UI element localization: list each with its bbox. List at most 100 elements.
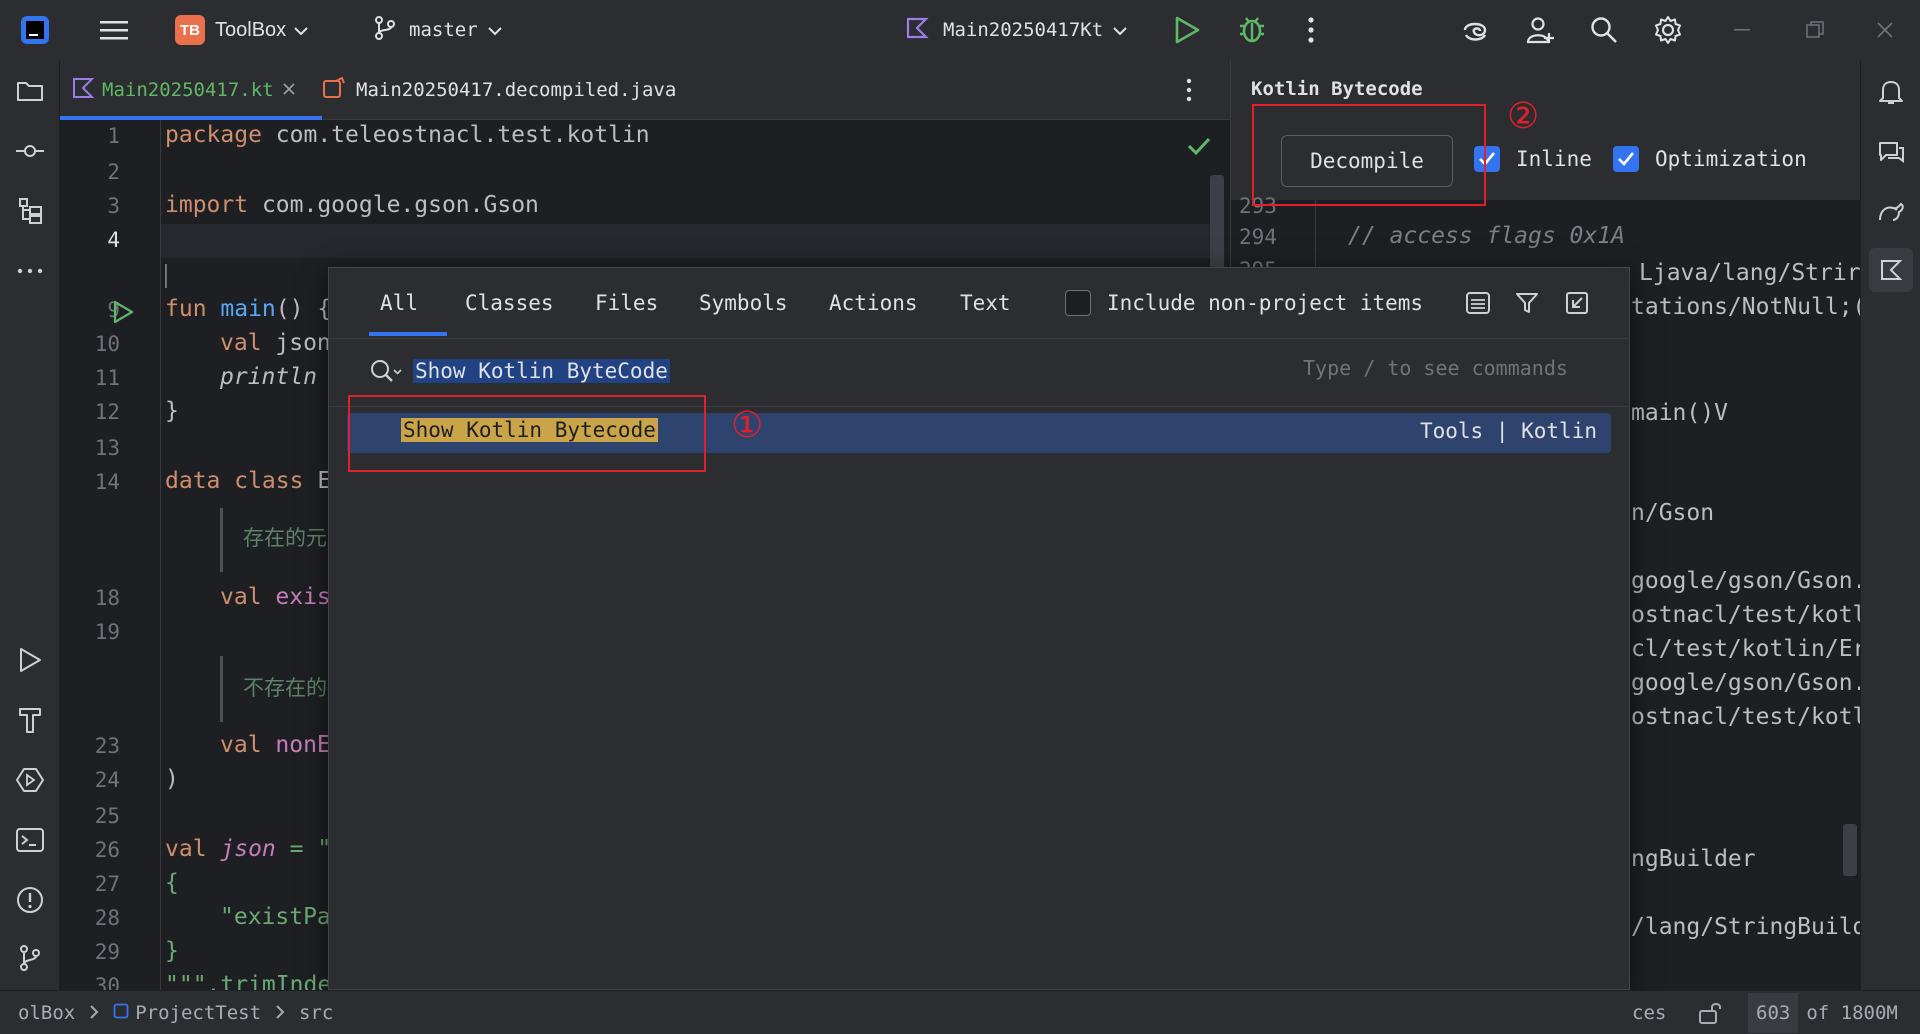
services-icon[interactable]	[15, 765, 45, 795]
breadcrumb-item[interactable]: src	[299, 1002, 333, 1024]
code-line: "existPa	[220, 904, 331, 930]
commit-icon[interactable]	[15, 136, 45, 166]
terminal-icon[interactable]	[15, 825, 45, 855]
search-icon[interactable]	[369, 358, 403, 388]
line-number: 24	[94, 768, 120, 792]
ai-assistant-icon[interactable]	[1460, 15, 1490, 45]
keyword: data class	[165, 468, 304, 494]
code-line: val nonE	[220, 732, 331, 758]
gradle-icon[interactable]	[1876, 197, 1906, 227]
line-number-gutter: 1 2 3 4 9 10 11 12 13 14 18 19 23 24 25 …	[60, 120, 160, 990]
code-text: com.teleostnacl.test.kotlin	[261, 122, 650, 148]
add-user-icon[interactable]	[1525, 15, 1555, 45]
git-icon[interactable]	[15, 943, 45, 973]
minimize-icon[interactable]	[1734, 28, 1750, 32]
run-gutter-icon[interactable]	[112, 300, 134, 328]
breadcrumb-item[interactable]: ProjectTest	[135, 1002, 261, 1024]
kotlin-file-icon	[72, 77, 95, 104]
tab-options-icon[interactable]	[1185, 60, 1215, 120]
line-number: 19	[94, 620, 120, 644]
tab-symbols[interactable]: Symbols	[699, 268, 788, 338]
property-name: nonE	[261, 732, 331, 758]
project-widget[interactable]: TB ToolBox	[175, 14, 308, 46]
annotation-number-one: ①	[731, 405, 764, 446]
main-menu-icon[interactable]	[100, 15, 130, 45]
search-input[interactable]: Show Kotlin ByteCode	[413, 354, 670, 388]
line-number: 294	[1239, 225, 1277, 249]
status-text[interactable]: ces	[1632, 991, 1666, 1034]
tab-actions[interactable]: Actions	[829, 268, 918, 338]
code-text: com.google.gson.Gson	[248, 192, 539, 218]
doc-comment: 不存在的	[243, 676, 327, 700]
chevron-right-icon	[89, 1002, 99, 1024]
chevron-down-icon	[294, 21, 308, 40]
tab-text[interactable]: Text	[960, 268, 1011, 338]
code-line: val json = "	[165, 836, 331, 862]
tab-all[interactable]: All	[359, 268, 439, 338]
run-icon[interactable]	[1173, 15, 1201, 45]
more-tools-icon[interactable]	[15, 256, 45, 286]
more-actions-icon[interactable]	[1306, 15, 1316, 45]
line-number: 27	[94, 872, 120, 896]
right-tool-strip	[1860, 60, 1920, 990]
run-tool-icon[interactable]	[15, 645, 45, 675]
left-tool-strip	[0, 60, 60, 990]
lock-icon[interactable]	[1698, 991, 1724, 1034]
search-icon[interactable]	[1589, 15, 1619, 45]
ai-chat-icon[interactable]	[1876, 137, 1906, 167]
include-non-project-checkbox[interactable]: Include non-project items	[1065, 268, 1423, 338]
filter-icon[interactable]	[1515, 268, 1539, 338]
line-number: 26	[94, 838, 120, 862]
bytecode-fragment: tations/NotNull;(	[1631, 294, 1860, 320]
bytecode-scrollbar[interactable]	[1843, 824, 1857, 876]
status-bar: olBox ProjectTest src ces 603 of 1800M	[0, 990, 1920, 1034]
function-call: println	[220, 364, 317, 390]
optimization-label: Optimization	[1655, 147, 1807, 171]
tab-main-kt[interactable]: Main20250417.kt	[72, 60, 312, 120]
checkbox-checked-icon	[1613, 146, 1639, 172]
preview-icon[interactable]	[1465, 268, 1491, 338]
notifications-icon[interactable]	[1876, 77, 1906, 107]
open-in-window-icon[interactable]	[1565, 268, 1589, 338]
bytecode-fragment: Ljava/lang/Strir	[1639, 260, 1860, 286]
bytecode-comment: // access flags 0x1A	[1348, 223, 1625, 249]
optimization-checkbox[interactable]: Optimization	[1613, 146, 1807, 172]
close-tab-icon[interactable]	[282, 79, 296, 101]
breadcrumb-item[interactable]: olBox	[18, 1002, 75, 1024]
build-hammer-icon[interactable]	[15, 705, 45, 735]
gear-icon[interactable]	[1653, 15, 1683, 45]
close-icon[interactable]	[1876, 21, 1894, 39]
line-number: 25	[94, 804, 120, 828]
search-query: Show Kotlin ByteCode	[413, 359, 670, 383]
keyword: package	[165, 122, 262, 148]
tab-files[interactable]: Files	[595, 268, 658, 338]
memory-indicator[interactable]: 603 of 1800M	[1748, 991, 1898, 1034]
restore-icon[interactable]	[1806, 21, 1824, 39]
run-configuration-widget[interactable]: Main20250417Kt	[905, 14, 1127, 46]
debug-icon[interactable]	[1237, 14, 1267, 44]
code-line: }	[165, 938, 179, 964]
kotlin-bytecode-tool-icon[interactable]	[1869, 248, 1913, 292]
code-line: println	[220, 364, 317, 390]
search-hint: Type / to see commands	[1303, 356, 1568, 380]
code-line: val json	[220, 330, 331, 356]
line-number: 30	[94, 974, 120, 990]
checkbox-unchecked-icon	[1065, 290, 1091, 316]
problems-icon[interactable]	[15, 885, 45, 915]
line-number: 29	[94, 940, 120, 964]
tab-classes[interactable]: Classes	[465, 268, 554, 338]
line-number: 4	[107, 228, 120, 252]
line-number: 11	[94, 366, 120, 390]
code-text: json	[261, 330, 331, 356]
inline-checkbox[interactable]: Inline	[1474, 146, 1592, 172]
tab-decompiled-java[interactable]: Main20250417.decompiled.java	[322, 60, 772, 120]
branch-name: master	[409, 19, 478, 41]
structure-icon[interactable]	[15, 196, 45, 226]
annotation-box-two	[1252, 104, 1486, 206]
kotlin-file-icon	[905, 16, 929, 44]
doc-comment: 存在的元	[243, 526, 327, 550]
app-logo-icon[interactable]	[20, 15, 50, 45]
caret	[165, 264, 167, 288]
folder-icon[interactable]	[15, 76, 45, 106]
vcs-branch-widget[interactable]: master	[373, 14, 502, 46]
